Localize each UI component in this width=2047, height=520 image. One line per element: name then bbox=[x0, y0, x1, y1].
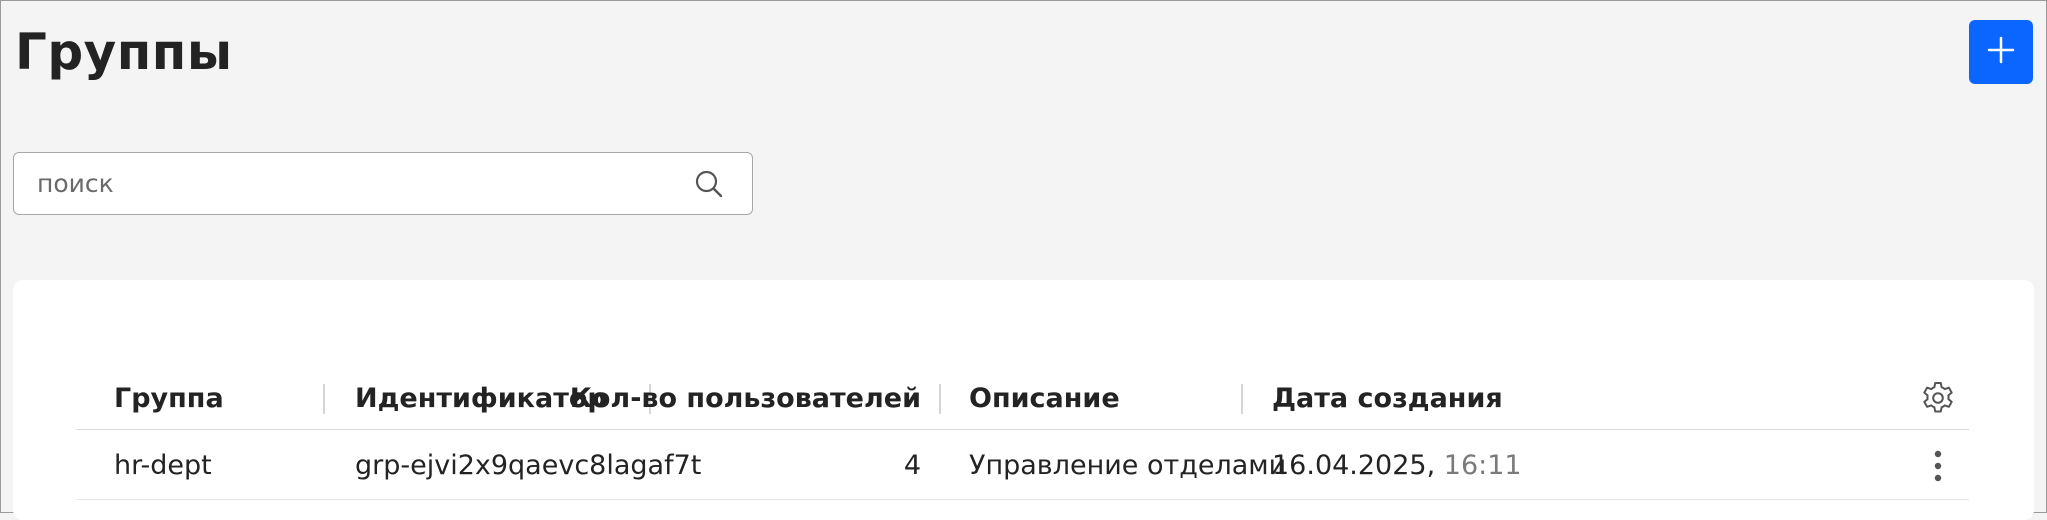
groups-table-card: Группа Идентификатор Кол-во пользователе… bbox=[13, 280, 2034, 520]
page: Группы Группа Идентификатор Кол-во польз… bbox=[0, 0, 2047, 520]
column-header-user-count[interactable]: Кол-во пользователей bbox=[570, 366, 921, 430]
search-box bbox=[13, 152, 753, 215]
column-separator[interactable] bbox=[1241, 384, 1243, 414]
column-header-created[interactable]: Дата создания bbox=[1272, 366, 1503, 430]
column-header-description[interactable]: Описание bbox=[969, 366, 1120, 430]
search-icon[interactable] bbox=[692, 167, 726, 201]
cell-created-date: 16.04.2025, 16:11 bbox=[1272, 430, 1522, 500]
table-row[interactable]: hr-dept grp-ejvi2x9qaevc8lagaf7t 4 Управ… bbox=[77, 430, 1969, 500]
gear-icon[interactable] bbox=[1920, 380, 1956, 416]
created-time: 16:11 bbox=[1443, 449, 1522, 481]
plus-icon bbox=[1986, 35, 2016, 69]
page-title: Группы bbox=[15, 23, 233, 81]
table-header: Группа Идентификатор Кол-во пользователе… bbox=[77, 366, 1969, 430]
column-separator[interactable] bbox=[323, 384, 325, 414]
search-input[interactable] bbox=[14, 153, 692, 214]
created-date: 16.04.2025, bbox=[1272, 449, 1436, 481]
add-group-button[interactable] bbox=[1969, 20, 2033, 84]
cell-user-count: 4 bbox=[903, 449, 921, 481]
column-separator[interactable] bbox=[939, 384, 941, 414]
cell-group-name: hr-dept bbox=[114, 449, 212, 481]
more-vertical-icon[interactable] bbox=[1923, 448, 1953, 484]
column-header-group[interactable]: Группа bbox=[114, 366, 224, 430]
cell-group-id: grp-ejvi2x9qaevc8lagaf7t bbox=[355, 449, 702, 481]
cell-description: Управление отделами bbox=[969, 449, 1287, 481]
